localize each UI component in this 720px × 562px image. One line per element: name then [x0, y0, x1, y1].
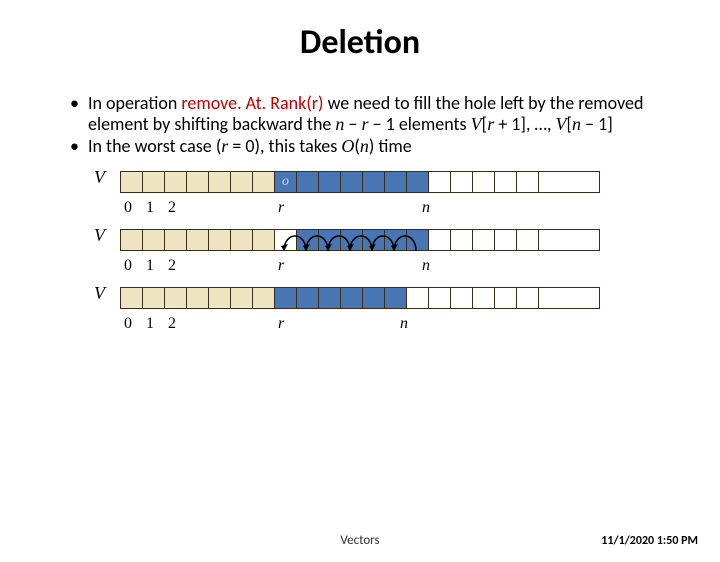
- bullet-list: In operation remove. At. Rank(r) we need…: [70, 93, 650, 157]
- array-cell: [209, 230, 231, 250]
- array-label: V: [94, 283, 105, 304]
- array-cell: [473, 288, 495, 308]
- array-cell: [385, 172, 407, 192]
- array-cell: [363, 288, 385, 308]
- bullet-1: In operation remove. At. Rank(r) we need…: [70, 93, 650, 134]
- array-cell: [253, 172, 275, 192]
- array-cell: [121, 288, 143, 308]
- array-cell: [319, 230, 341, 250]
- array-cell: [407, 230, 429, 250]
- array-cell: [121, 172, 143, 192]
- array-cell: [429, 288, 451, 308]
- array-cell: [187, 230, 209, 250]
- array-cell: o: [275, 172, 297, 192]
- array-cell: [165, 172, 187, 192]
- array-cell: [143, 230, 165, 250]
- array-cell: [165, 230, 187, 250]
- axis-1: 0 1 2 r n: [120, 199, 600, 219]
- array-cell: [121, 230, 143, 250]
- axis-2: 0 1 2 r n: [120, 257, 600, 277]
- array-cell: [275, 288, 297, 308]
- array-cell: [231, 172, 253, 192]
- array-cell: [231, 230, 253, 250]
- array-cell: [385, 230, 407, 250]
- array-cell: [297, 230, 319, 250]
- array-cell: [473, 172, 495, 192]
- array-cell: [451, 230, 473, 250]
- array-cell: [341, 172, 363, 192]
- array-cell: [385, 288, 407, 308]
- diagram: V o 0 1 2 r n V: [120, 171, 600, 335]
- array-cell: [429, 172, 451, 192]
- array-label: V: [94, 167, 105, 188]
- array-cell: [407, 288, 429, 308]
- array-cell: [297, 172, 319, 192]
- bullet-2: In the worst case (r = 0), this takes O(…: [70, 136, 650, 157]
- array-cell: [143, 172, 165, 192]
- array-cell: [253, 230, 275, 250]
- array-cell: [341, 230, 363, 250]
- array-cell: [363, 230, 385, 250]
- array-cell: [209, 288, 231, 308]
- slide-title: Deletion: [0, 22, 720, 63]
- array-cell: [319, 288, 341, 308]
- array-cell: [517, 230, 539, 250]
- array-cell: [297, 288, 319, 308]
- array-cell: [429, 230, 451, 250]
- array-row-2: V: [120, 229, 600, 251]
- array-row-3: V: [120, 287, 600, 309]
- array-cell: [231, 288, 253, 308]
- array-label: V: [94, 225, 105, 246]
- array-cell: [341, 288, 363, 308]
- array-cell: [451, 172, 473, 192]
- array-cell: [495, 230, 517, 250]
- array-cell: [517, 172, 539, 192]
- array-row-1: V o: [120, 171, 600, 193]
- axis-3: 0 1 2 r n: [120, 315, 600, 335]
- footer-timestamp: 11/1/2020 1:50 PM: [601, 534, 698, 548]
- array-cell: [209, 172, 231, 192]
- array-cell: [495, 288, 517, 308]
- array-cell: [407, 172, 429, 192]
- array-cell: [451, 288, 473, 308]
- array-cell: [517, 288, 539, 308]
- array-cell: [319, 172, 341, 192]
- array-cell: [363, 172, 385, 192]
- array-cell: [495, 172, 517, 192]
- array-cell: [539, 288, 561, 308]
- array-cell: [473, 230, 495, 250]
- array-cell: [539, 230, 561, 250]
- array-cell: [275, 230, 297, 250]
- array-cell: [165, 288, 187, 308]
- array-cell: [253, 288, 275, 308]
- array-cell: [143, 288, 165, 308]
- array-cell: [539, 172, 561, 192]
- array-cell: [187, 172, 209, 192]
- array-cell: [187, 288, 209, 308]
